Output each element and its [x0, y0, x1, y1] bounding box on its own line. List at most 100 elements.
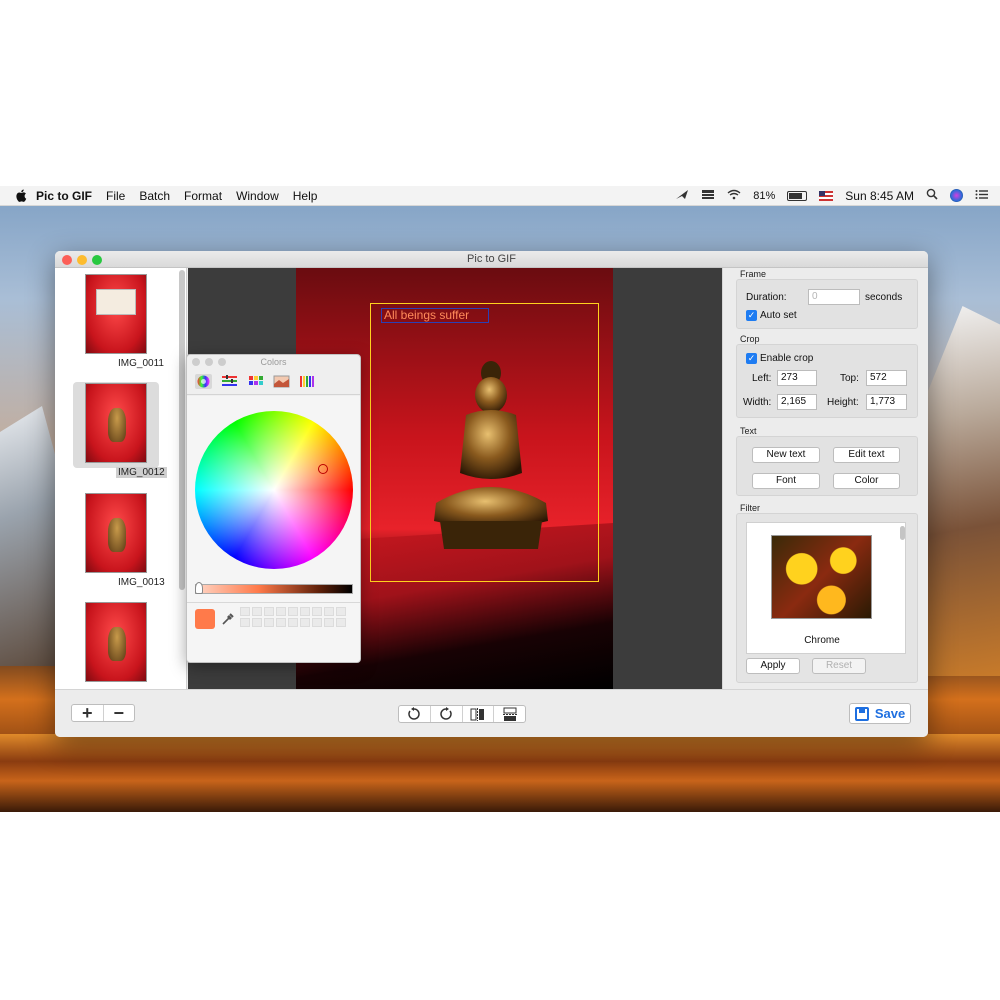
thumbnail-scrollbar[interactable]	[179, 270, 185, 590]
wallpaper-lake	[0, 734, 1000, 812]
menu-bar: Pic to GIF File Batch Format Window Help…	[0, 186, 1000, 206]
auto-set-label: Auto set	[760, 310, 797, 321]
window-titlebar[interactable]: Pic to GIF	[55, 251, 928, 268]
wallpaper-mountain-right	[925, 306, 1000, 676]
crop-top-field[interactable]: 572	[866, 370, 907, 386]
thumbnail-image	[85, 383, 147, 463]
remove-image-button[interactable]: −	[104, 703, 135, 723]
menu-help[interactable]: Help	[286, 189, 325, 203]
battery-icon[interactable]	[787, 190, 808, 201]
minimize-window-button[interactable]	[77, 255, 87, 265]
filter-name-label: Chrome	[804, 635, 840, 646]
thumbnail-list[interactable]: IMG_0011 IMG_0012 IMG_0013	[55, 268, 187, 689]
inspector-panel: Frame Duration: 0 seconds ✓ Auto set Cro…	[722, 268, 928, 689]
battery-percent: 81%	[753, 189, 776, 202]
menu-app-name[interactable]: Pic to GIF	[28, 189, 99, 203]
thumbnail-image	[85, 274, 147, 354]
filter-section: Chrome Apply Reset	[736, 513, 918, 683]
thumbnail-item[interactable]: IMG_0011	[73, 274, 164, 369]
colors-panel-tabs	[187, 369, 360, 395]
clock[interactable]: Sun 8:45 AM	[845, 189, 914, 203]
close-window-button[interactable]	[62, 255, 72, 265]
saved-swatches-grid[interactable]	[240, 607, 346, 627]
send-icon[interactable]	[675, 189, 689, 203]
save-label: Save	[874, 706, 906, 721]
add-image-button[interactable]: +	[72, 703, 104, 723]
duration-field[interactable]: 0	[808, 289, 860, 305]
edit-text-button[interactable]: Edit text	[833, 447, 900, 463]
apply-filter-button[interactable]: Apply	[746, 658, 800, 674]
thumbnail-image	[85, 602, 147, 682]
font-button[interactable]: Font	[752, 473, 820, 489]
color-wheel[interactable]	[195, 411, 353, 569]
crop-width-field[interactable]: 2,165	[777, 394, 817, 410]
rotate-left-icon[interactable]	[399, 706, 431, 722]
apple-icon[interactable]	[14, 189, 28, 203]
reset-filter-button[interactable]: Reset	[812, 658, 866, 674]
bottom-toolbar: + − Save	[55, 689, 928, 737]
new-text-button[interactable]: New text	[752, 447, 820, 463]
crayons-tab-icon[interactable]	[299, 374, 316, 389]
enable-crop-checkbox[interactable]: ✓	[746, 353, 757, 364]
colors-panel-zoom-button[interactable]	[218, 358, 226, 366]
save-button[interactable]: Save	[849, 703, 911, 724]
flip-horizontal-icon[interactable]	[463, 706, 495, 722]
colors-panel-divider	[187, 602, 360, 603]
brightness-slider-knob[interactable]	[195, 582, 203, 594]
colors-panel-minimize-button[interactable]	[205, 358, 213, 366]
thumbnail-item[interactable]	[73, 602, 159, 682]
crop-left-label: Left:	[752, 373, 772, 384]
input-source-flag-icon[interactable]	[819, 190, 834, 201]
filter-thumbnail-image[interactable]	[771, 535, 872, 619]
menu-window[interactable]: Window	[229, 189, 286, 203]
colors-panel-titlebar[interactable]: Colors	[187, 355, 360, 369]
menu-format[interactable]: Format	[177, 189, 229, 203]
color-button[interactable]: Color	[833, 473, 900, 489]
crop-section-label: Crop	[740, 334, 760, 344]
current-color-swatch[interactable]	[195, 609, 215, 629]
add-remove-segmented-control: + −	[71, 703, 135, 723]
duration-unit: seconds	[865, 292, 903, 303]
search-icon[interactable]	[926, 188, 938, 203]
frame-section: Duration: 0 seconds ✓ Auto set	[736, 279, 918, 329]
crop-height-label: Height:	[827, 397, 859, 408]
crop-section: ✓ Enable crop Left: 273 Top: 572 Width: …	[736, 344, 918, 418]
frame-section-label: Frame	[740, 269, 767, 279]
menu-file[interactable]: File	[99, 189, 132, 203]
filter-section-label: Filter	[740, 503, 760, 513]
crop-height-field[interactable]: 1,773	[866, 394, 907, 410]
text-overlay-box[interactable]: All beings suffer	[381, 308, 489, 323]
menu-batch[interactable]: Batch	[132, 189, 177, 203]
crop-left-field[interactable]: 273	[777, 370, 817, 386]
crop-selection-box[interactable]: All beings suffer	[370, 303, 599, 582]
eyedropper-icon[interactable]	[221, 612, 235, 626]
rotate-right-icon[interactable]	[431, 706, 463, 722]
wifi-icon[interactable]	[727, 189, 741, 203]
transform-segmented-control	[398, 705, 526, 723]
colors-panel: Colors	[186, 354, 361, 663]
auto-set-checkbox[interactable]: ✓	[746, 310, 757, 321]
thumbnail-label: IMG_0011	[118, 358, 164, 369]
siri-icon[interactable]	[950, 189, 963, 202]
notification-center-icon[interactable]	[975, 189, 988, 203]
colors-panel-close-button[interactable]	[192, 358, 200, 366]
crop-top-label: Top:	[840, 373, 859, 384]
zoom-window-button[interactable]	[92, 255, 102, 265]
thumbnail-image	[85, 493, 147, 573]
colors-panel-title: Colors	[260, 357, 287, 367]
flip-vertical-icon[interactable]	[494, 706, 525, 722]
enable-crop-label: Enable crop	[760, 353, 814, 364]
filter-preview-list[interactable]: Chrome	[746, 522, 906, 654]
image-palettes-tab-icon[interactable]	[273, 374, 290, 389]
color-sliders-tab-icon[interactable]	[221, 374, 238, 389]
thumbnail-item-selected[interactable]: IMG_0012	[73, 383, 167, 478]
thumbnail-item[interactable]: IMG_0013	[73, 493, 165, 588]
color-palettes-tab-icon[interactable]	[247, 374, 264, 389]
color-wheel-cursor[interactable]	[318, 464, 328, 474]
brightness-slider[interactable]	[195, 584, 353, 594]
duration-label: Duration:	[746, 292, 787, 303]
stack-icon[interactable]	[701, 189, 715, 203]
thumbnail-label: IMG_0012	[116, 467, 167, 478]
color-wheel-tab-icon[interactable]	[195, 374, 212, 389]
filter-scrollbar[interactable]	[900, 526, 905, 540]
